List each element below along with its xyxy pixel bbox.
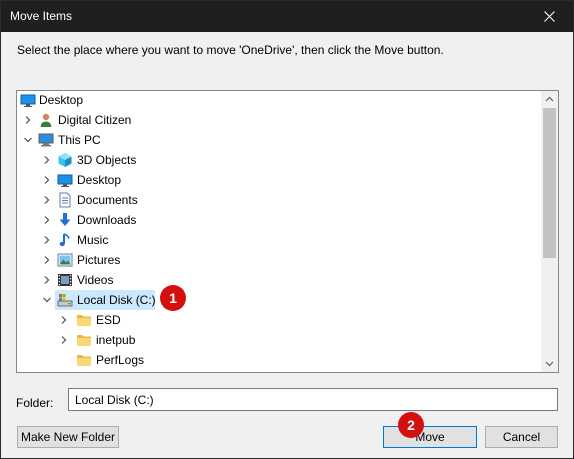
scroll-thumb[interactable] xyxy=(543,108,556,258)
scroll-up-button[interactable] xyxy=(541,91,558,108)
tree-item-label: Music xyxy=(77,233,109,247)
tree-item[interactable]: This PC xyxy=(17,130,542,150)
make-new-folder-button[interactable]: Make New Folder xyxy=(17,426,119,448)
folder-icon xyxy=(77,355,91,366)
chevron-right-icon[interactable] xyxy=(42,255,52,265)
chevron-right-icon[interactable] xyxy=(42,235,52,245)
tree-item-label: Documents xyxy=(77,193,138,207)
chevron-right-icon[interactable] xyxy=(42,275,52,285)
tree-item-label: This PC xyxy=(58,133,101,147)
tree-item[interactable]: Desktop xyxy=(17,170,542,190)
move-button[interactable]: Move xyxy=(383,426,477,448)
document-icon xyxy=(59,192,71,208)
title-bar: Move Items xyxy=(1,1,573,32)
tree-item[interactable]: Desktop xyxy=(17,91,542,110)
tree-item[interactable]: PerfLogs xyxy=(17,350,542,370)
chevron-right-icon[interactable] xyxy=(23,115,33,125)
user-icon xyxy=(40,113,52,127)
instruction-text: Select the place where you want to move … xyxy=(17,43,444,57)
tree-item-label: Pictures xyxy=(77,253,121,267)
chevron-right-icon[interactable] xyxy=(42,155,52,165)
tree-item-label: PerfLogs xyxy=(96,353,145,367)
chevron-down-icon[interactable] xyxy=(42,295,52,305)
cube-icon xyxy=(58,153,72,167)
tree-item[interactable]: Documents xyxy=(17,190,542,210)
move-items-dialog: Move Items Select the place where you wa… xyxy=(0,0,574,459)
pictures-icon xyxy=(57,253,73,267)
tree-item-label: ESD xyxy=(96,313,121,327)
tree-item[interactable]: 3D Objects xyxy=(17,150,542,170)
chevron-right-icon[interactable] xyxy=(59,315,69,325)
tree-item-label: inetpub xyxy=(96,333,136,347)
computer-icon xyxy=(38,133,54,147)
drive-icon xyxy=(57,294,73,307)
tree-item[interactable]: Downloads xyxy=(17,210,542,230)
chevron-right-icon[interactable] xyxy=(42,215,52,225)
desktop-icon xyxy=(20,94,36,107)
tree-item-label: Digital Citizen xyxy=(58,113,132,127)
folder-icon xyxy=(77,335,91,346)
close-button[interactable] xyxy=(527,1,573,32)
chevron-down-icon xyxy=(545,361,554,367)
tree-item[interactable]: Music xyxy=(17,230,542,250)
tree-item[interactable]: Digital Citizen xyxy=(17,110,542,130)
tree-item-label: Downloads xyxy=(77,213,137,227)
chevron-right-icon[interactable] xyxy=(59,335,69,345)
tree-item[interactable]: inetpub xyxy=(17,330,542,350)
film-icon xyxy=(58,274,72,286)
step-badge-1: 1 xyxy=(160,285,186,311)
tree-item[interactable]: Videos xyxy=(17,270,542,290)
chevron-up-icon xyxy=(545,96,554,102)
chevron-right-icon[interactable] xyxy=(42,195,52,205)
tree-item-label: Videos xyxy=(77,273,114,287)
vertical-scrollbar[interactable] xyxy=(541,91,558,372)
tree-item[interactable]: Local Disk (C:) xyxy=(17,290,542,310)
close-icon xyxy=(544,11,555,22)
tree-item[interactable]: ESD xyxy=(17,310,542,330)
desktop-icon xyxy=(57,174,73,187)
dialog-title: Move Items xyxy=(10,9,73,23)
folder-label: Folder: xyxy=(16,396,54,410)
tree-item-label: Desktop xyxy=(39,93,84,107)
tree-item-label: Local Disk (C:) xyxy=(77,293,156,307)
tree-item-label: Desktop xyxy=(77,173,122,187)
chevron-right-icon[interactable] xyxy=(42,175,52,185)
folder-field[interactable] xyxy=(68,388,558,411)
tree-item[interactable]: Pictures xyxy=(17,250,542,270)
scroll-down-button[interactable] xyxy=(541,355,558,372)
chevron-down-icon[interactable] xyxy=(23,135,33,145)
music-note-icon xyxy=(59,233,70,247)
tree-item-label: 3D Objects xyxy=(77,153,137,167)
download-arrow-icon xyxy=(59,213,71,226)
folder-icon xyxy=(77,315,91,326)
cancel-button[interactable]: Cancel xyxy=(485,426,558,448)
step-badge-2: 2 xyxy=(398,412,424,438)
folder-tree[interactable]: PerfLogs inetpub ESD Local Disk (C:) Videos P… xyxy=(16,90,559,373)
